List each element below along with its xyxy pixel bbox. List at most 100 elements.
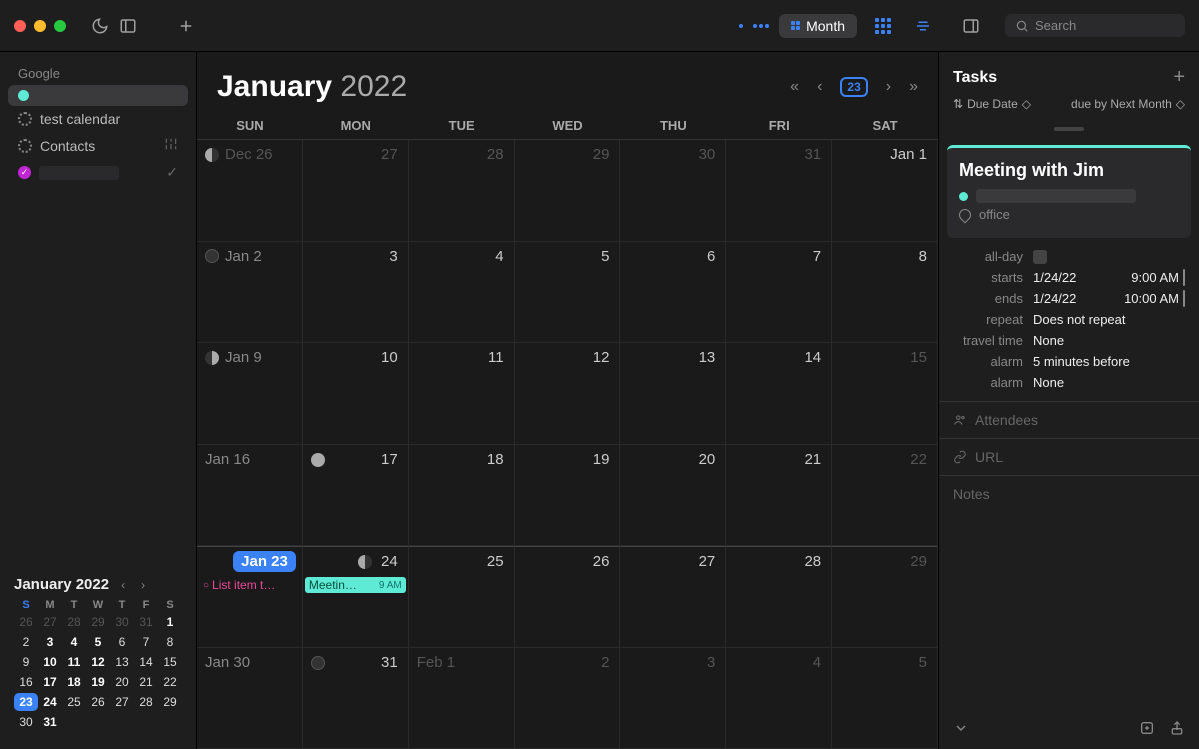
mini-day[interactable]: 18 (62, 673, 86, 691)
day-cell[interactable]: 29 (515, 140, 621, 242)
day-cell[interactable]: 31 (303, 648, 409, 749)
mini-next-button[interactable]: › (137, 578, 149, 592)
day-cell[interactable]: 27 (620, 546, 726, 648)
ends-time[interactable]: 10:00 AM (1124, 291, 1179, 306)
mini-day[interactable]: 15 (158, 653, 182, 671)
right-panel-toggle-icon[interactable] (957, 12, 985, 40)
day-cell[interactable]: 11 (409, 343, 515, 445)
day-cell[interactable]: 25 (409, 546, 515, 648)
alarm2-value[interactable]: None (1033, 375, 1185, 390)
day-cell[interactable]: 12 (515, 343, 621, 445)
day-cell[interactable]: 22 (832, 445, 938, 547)
day-cell[interactable]: 17 (303, 445, 409, 547)
day-cell[interactable]: 8 (832, 242, 938, 344)
add-footer-button[interactable] (1139, 720, 1155, 739)
day-cell[interactable]: 5 (515, 242, 621, 344)
day-cell[interactable]: 30 (620, 140, 726, 242)
day-cell[interactable]: Jan 30 (197, 648, 303, 749)
allday-checkbox[interactable] (1033, 250, 1047, 264)
view-dots[interactable] (739, 24, 769, 28)
event-chip[interactable]: List item t… (199, 577, 300, 593)
mini-day[interactable]: 25 (62, 693, 86, 711)
day-cell[interactable]: Jan 23List item t… (197, 546, 303, 648)
day-cell[interactable]: Jan 2 (197, 242, 303, 344)
mini-day[interactable]: 26 (14, 613, 38, 631)
sidebar-calendar-tasks[interactable]: ✓ ✓ (8, 159, 188, 186)
nav-next-button[interactable]: › (886, 78, 891, 96)
day-cell[interactable]: Feb 1 (409, 648, 515, 749)
mini-day[interactable]: 28 (134, 693, 158, 711)
nav-prev-button[interactable]: ‹ (817, 78, 822, 96)
day-cell[interactable]: 3 (303, 242, 409, 344)
mini-day[interactable]: 27 (110, 693, 134, 711)
mini-day[interactable]: 2 (14, 633, 38, 651)
day-cell[interactable]: 18 (409, 445, 515, 547)
day-cell[interactable]: 31 (726, 140, 832, 242)
notes-section[interactable]: Notes (939, 475, 1199, 512)
mini-day[interactable]: 20 (110, 673, 134, 691)
mini-day[interactable]: 12 (86, 653, 110, 671)
day-cell[interactable]: 5 (832, 648, 938, 749)
mini-day[interactable]: 31 (38, 713, 62, 731)
day-cell[interactable]: 3 (620, 648, 726, 749)
starts-time[interactable]: 9:00 AM (1131, 270, 1179, 285)
mini-day[interactable]: 26 (86, 693, 110, 711)
day-cell[interactable]: 24Meetin…9 AM (303, 546, 409, 648)
day-cell[interactable]: Jan 1 (832, 140, 938, 242)
day-cell[interactable]: 4 (409, 242, 515, 344)
mini-day[interactable]: 31 (134, 613, 158, 631)
mini-day[interactable]: 9 (14, 653, 38, 671)
mini-day[interactable]: 27 (38, 613, 62, 631)
day-cell[interactable]: 27 (303, 140, 409, 242)
today-button[interactable]: 23 (840, 77, 867, 97)
mini-day[interactable]: 14 (134, 653, 158, 671)
day-cell[interactable]: 13 (620, 343, 726, 445)
mini-day[interactable]: 17 (38, 673, 62, 691)
mini-day[interactable]: 24 (38, 693, 62, 711)
appearance-icon[interactable] (86, 12, 114, 40)
day-cell[interactable]: 21 (726, 445, 832, 547)
day-cell[interactable]: 10 (303, 343, 409, 445)
mini-day[interactable]: 21 (134, 673, 158, 691)
mini-prev-button[interactable]: ‹ (117, 578, 129, 592)
mini-day[interactable]: 13 (110, 653, 134, 671)
mini-day[interactable]: 5 (86, 633, 110, 651)
alarm1-value[interactable]: 5 minutes before (1033, 354, 1185, 369)
day-cell[interactable]: 7 (726, 242, 832, 344)
mini-day[interactable]: 7 (134, 633, 158, 651)
day-cell[interactable]: 28 (409, 140, 515, 242)
mini-day[interactable]: 1 (158, 613, 182, 631)
day-cell[interactable]: 19 (515, 445, 621, 547)
add-button[interactable] (172, 12, 200, 40)
nav-first-button[interactable]: « (790, 78, 799, 96)
list-icon[interactable] (909, 12, 937, 40)
mini-day[interactable]: 28 (62, 613, 86, 631)
search-input[interactable]: Search (1005, 14, 1185, 37)
mini-day[interactable]: 16 (14, 673, 38, 691)
minimize-window-button[interactable] (34, 20, 46, 32)
travel-value[interactable]: None (1033, 333, 1185, 348)
mini-day[interactable]: 29 (158, 693, 182, 711)
mini-day[interactable]: 10 (38, 653, 62, 671)
zoom-window-button[interactable] (54, 20, 66, 32)
sidebar-calendar-contacts[interactable]: Contacts (8, 132, 188, 159)
day-cell[interactable]: Dec 26 (197, 140, 303, 242)
visible-check-icon[interactable]: ✓ (166, 164, 178, 181)
add-task-button[interactable]: + (1173, 66, 1185, 89)
mini-day[interactable]: 3 (38, 633, 62, 651)
day-cell[interactable]: 6 (620, 242, 726, 344)
event-card[interactable]: Meeting with Jim office (947, 145, 1191, 238)
event-chip[interactable]: Meetin…9 AM (305, 577, 406, 593)
calendar-picker-icon[interactable] (1183, 269, 1185, 286)
mini-day[interactable]: 30 (110, 613, 134, 631)
nav-last-button[interactable]: » (909, 78, 918, 96)
day-cell[interactable]: 26 (515, 546, 621, 648)
mini-day[interactable]: 23 (14, 693, 38, 711)
starts-date[interactable]: 1/24/22 (1033, 270, 1121, 285)
day-cell[interactable]: 14 (726, 343, 832, 445)
sort-due-date[interactable]: ⇅Due Date◇ (953, 97, 1031, 111)
view-month-button[interactable]: Month (779, 14, 857, 38)
mini-day[interactable]: 8 (158, 633, 182, 651)
filter-due-by[interactable]: due by Next Month◇ (1071, 97, 1185, 111)
day-cell[interactable]: 15 (832, 343, 938, 445)
